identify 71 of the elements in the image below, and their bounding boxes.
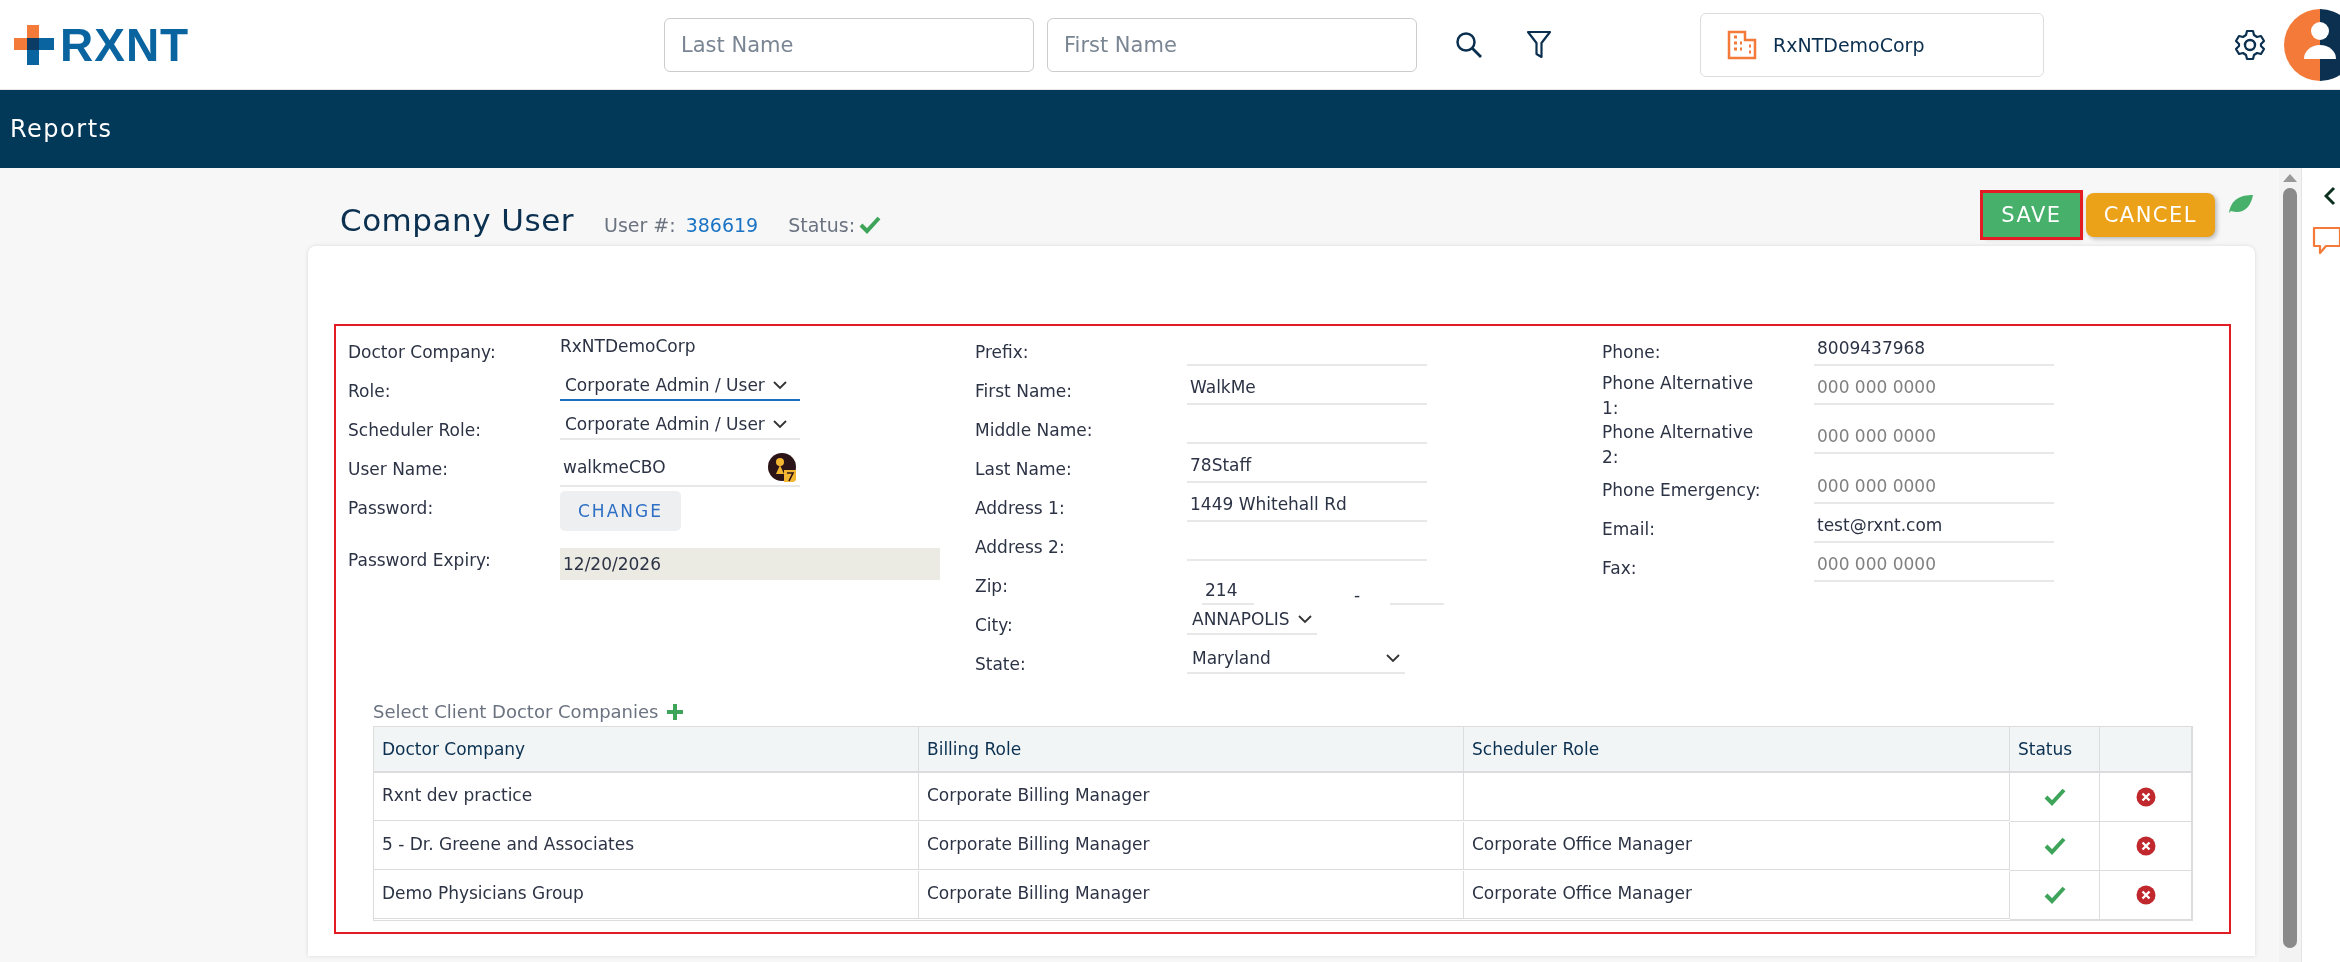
select-field[interactable]: Corporate Admin / User (560, 410, 800, 440)
field-label: Scheduler Role: (348, 419, 482, 440)
status-label: Status: (788, 214, 856, 236)
chevron-down-icon (1297, 614, 1312, 624)
table-cell: Corporate Billing Manager (919, 773, 1464, 821)
column-header: Scheduler Role (1464, 727, 2010, 773)
field-label: Address 2: (975, 536, 1066, 557)
table-cell: Corporate Billing Manager (919, 822, 1464, 870)
zip-separator: - (1354, 584, 1361, 605)
field-label: Phone Emergency: (1602, 478, 1762, 500)
search-field[interactable]: First Name (1047, 17, 1417, 72)
remove-icon[interactable] (2135, 885, 2156, 905)
field-label: Doctor Company: (348, 341, 497, 362)
field-value: RxNTDemoCorp (560, 335, 696, 356)
input-field[interactable]: walkmeCBO (560, 449, 800, 487)
field-label: Prefix: (975, 341, 1030, 362)
chevron-down-icon (772, 380, 787, 390)
chevron-down-icon (772, 419, 787, 429)
search-field[interactable]: Last Name (664, 17, 1034, 72)
field-label: Password: (348, 497, 435, 518)
table-cell: Rxnt dev practice (374, 773, 919, 821)
field-label: Phone Alternative 1: (1602, 372, 1755, 420)
field-label: Phone: (1602, 341, 1662, 362)
column-header: Billing Role (919, 727, 1464, 773)
field-label: Phone Alternative 2: (1602, 421, 1755, 469)
field-label: Middle Name: (975, 419, 1094, 440)
table-cell: 5 - Dr. Greene and Associates (374, 822, 919, 870)
field-label: City: (975, 614, 1014, 635)
remove-icon[interactable] (2135, 836, 2156, 856)
field-label: Email: (1602, 517, 1656, 539)
field-label: Fax: (1602, 556, 1638, 578)
field-label: Password Expiry: (348, 549, 492, 570)
nav-title[interactable]: Reports (10, 115, 113, 143)
user-number-label: User #: (604, 214, 676, 236)
table-cell: Corporate Office Manager (1464, 871, 2010, 919)
building-icon (1727, 29, 1757, 60)
column-header: Doctor Company (374, 727, 919, 773)
readonly-field: 12/20/2026 (560, 548, 940, 580)
chevron-down-icon (1386, 653, 1400, 663)
field-label: Role: (348, 380, 392, 401)
field-label: First Name: (975, 380, 1074, 401)
select-field[interactable]: ANNAPOLIS (1187, 605, 1317, 635)
table-cell: Corporate Billing Manager (919, 871, 1464, 919)
search-icon[interactable] (1455, 30, 1483, 59)
column-header: Status (2010, 727, 2100, 773)
field-label: User Name: (348, 458, 450, 479)
field-label: Zip: (975, 575, 1009, 596)
remove-icon[interactable] (2135, 787, 2156, 807)
settings-icon[interactable] (2234, 28, 2266, 61)
field-label: Address 1: (975, 497, 1066, 518)
select-field[interactable]: Maryland (1187, 644, 1405, 674)
add-icon[interactable] (666, 702, 685, 721)
scroll-up-icon[interactable] (2283, 174, 2297, 182)
user-number[interactable]: 386619 (685, 214, 759, 236)
chat-icon[interactable] (2312, 226, 2340, 256)
badge-icon (767, 452, 797, 482)
filter-icon[interactable] (1526, 29, 1552, 60)
page-title: Company User (340, 202, 574, 238)
scrollbar-thumb[interactable] (2283, 188, 2297, 948)
avatar-icon[interactable] (2284, 8, 2340, 81)
company-selector[interactable]: RxNTDemoCorp (1700, 12, 2044, 77)
field-label: State: (975, 653, 1027, 674)
section-title: Select Client Doctor Companies (373, 701, 659, 722)
change-password-button[interactable]: CHANGE (560, 491, 681, 531)
logo-cross-icon (14, 24, 54, 65)
select-field[interactable]: Corporate Admin / User (560, 371, 800, 401)
field-label: Last Name: (975, 458, 1073, 479)
table-cell: Corporate Office Manager (1464, 822, 2010, 870)
table-cell: Demo Physicians Group (374, 871, 919, 919)
logo-text: RXNT (60, 17, 190, 72)
chevron-left-icon[interactable] (2324, 186, 2336, 206)
